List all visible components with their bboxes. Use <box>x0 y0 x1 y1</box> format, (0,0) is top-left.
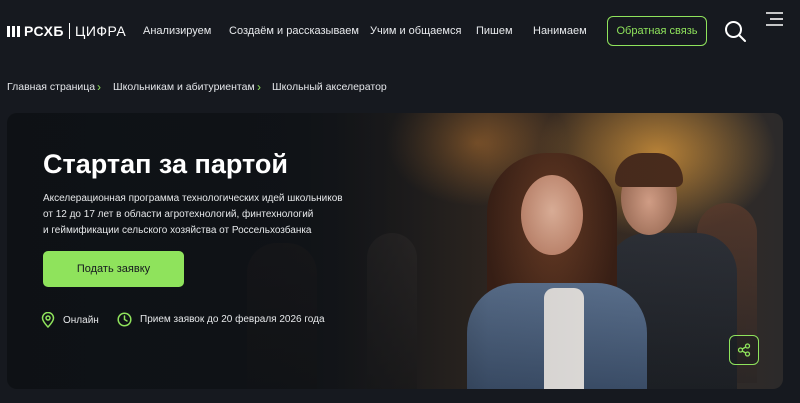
nav-item-learn[interactable]: Учим и общаемся <box>370 25 461 37</box>
deadline-info: Прием заявок до 20 февраля 2026 года <box>117 312 325 327</box>
apply-button[interactable]: Подать заявку <box>43 251 184 287</box>
logo-divider <box>68 23 70 39</box>
chevron-right-icon: › <box>257 80 261 94</box>
menu-icon[interactable] <box>764 11 784 27</box>
chevron-right-icon: › <box>97 80 101 94</box>
breadcrumb-item-current: Школьный акселератор <box>272 81 387 93</box>
format-info: Онлайн <box>41 312 99 328</box>
nav-item-hire[interactable]: Нанимаем <box>533 25 587 37</box>
share-button[interactable] <box>729 335 759 365</box>
logo-sub: ЦИФРА <box>74 23 127 39</box>
breadcrumb-item-home[interactable]: Главная страница <box>7 81 95 93</box>
hero-banner: Стартап за партой Акселерационная програ… <box>7 113 783 389</box>
format-label: Онлайн <box>63 314 99 326</box>
nav-item-write[interactable]: Пишем <box>476 25 513 37</box>
page-title: Стартап за партой <box>43 149 288 179</box>
breadcrumb-item-students[interactable]: Школьникам и абитуриентам <box>113 81 255 93</box>
nav-item-analyze[interactable]: Анализируем <box>143 25 211 37</box>
hero-description-line: от 12 до 17 лет в области агротехнологий… <box>43 209 314 220</box>
share-icon <box>737 343 751 357</box>
logo[interactable]: РСХБ ЦИФРА <box>7 22 126 40</box>
logo-brand: РСХБ <box>24 23 64 39</box>
location-pin-icon <box>41 312 55 328</box>
feedback-button[interactable]: Обратная связь <box>607 16 707 46</box>
deadline-label: Прием заявок до 20 февраля 2026 года <box>140 314 325 325</box>
hero-description-line: Акселерационная программа технологически… <box>43 193 343 204</box>
hero-description: Акселерационная программа технологически… <box>43 191 373 239</box>
nav-item-create[interactable]: Создаём и рассказываем <box>229 25 359 37</box>
hero-description-line: и геймификации сельского хозяйства от Ро… <box>43 225 312 236</box>
clock-icon <box>117 312 132 327</box>
site-header: РСХБ ЦИФРА Анализируем Создаём и рассказ… <box>0 0 800 62</box>
logo-bars-icon <box>7 25 20 37</box>
search-icon[interactable] <box>724 20 746 42</box>
